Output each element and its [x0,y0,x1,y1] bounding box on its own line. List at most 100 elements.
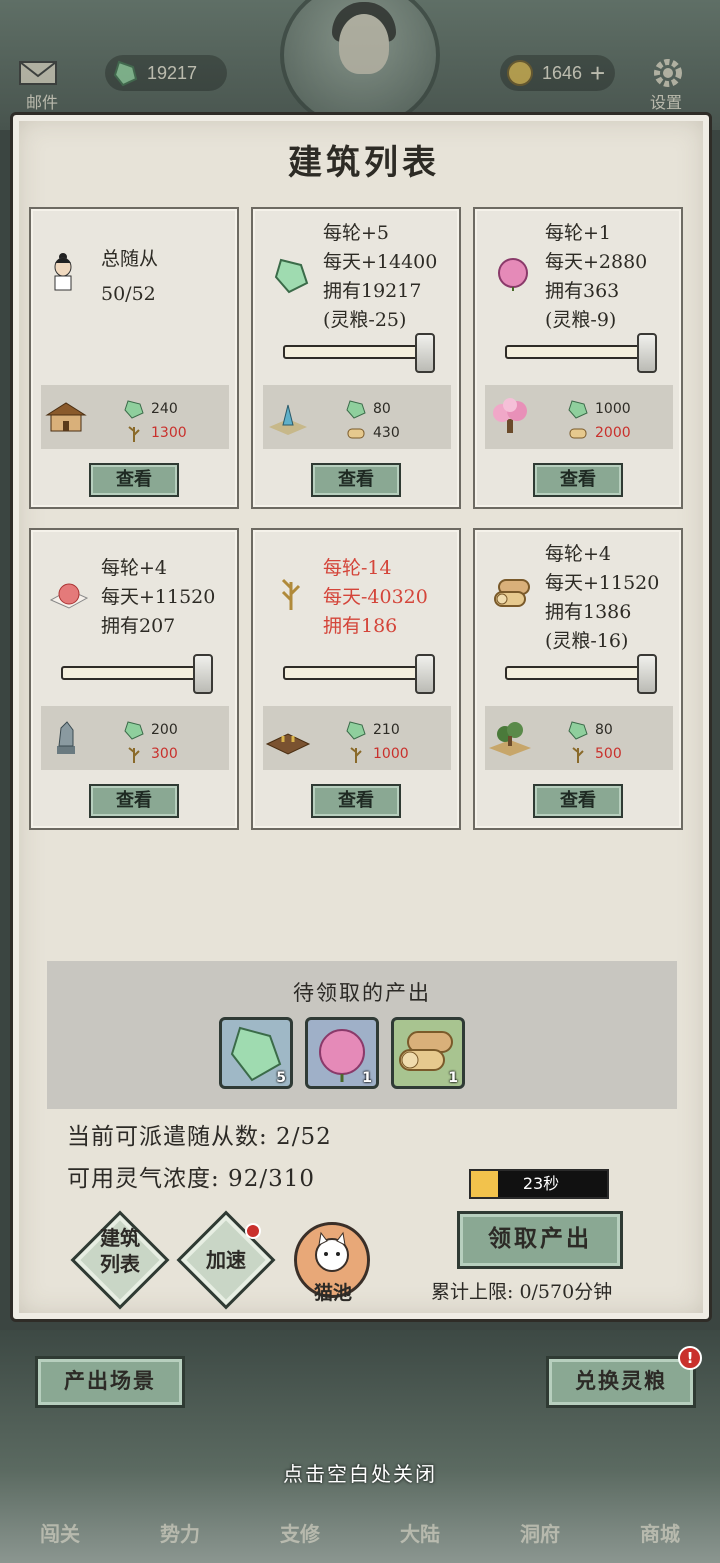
pending-item-peach[interactable]: 1 [305,1017,379,1089]
wood-icon [347,428,365,439]
house-icon [45,402,87,432]
wood-icon [569,428,587,439]
stat-line: 拥有363 [545,280,620,302]
nav-item[interactable]: 闯关 [40,1518,80,1558]
view-button[interactable]: 查看 [311,463,401,497]
view-button[interactable]: 查看 [533,463,623,497]
view-button[interactable]: 查看 [89,463,179,497]
settings-button[interactable]: 设置 [650,55,686,112]
item-count: 5 [276,1070,286,1086]
meat-bun-icon [49,583,89,609]
stat-line: (灵粮-16) [545,630,629,652]
nav-item[interactable]: 大陆 [400,1518,440,1558]
stat-line: 每轮+4 [101,557,168,579]
cost-wood: 430 [345,423,400,443]
jade-icon [346,721,366,740]
panel-title: 建筑列表 [288,143,440,183]
add-coin-icon[interactable]: + [590,58,605,89]
stat-line: 每天+2880 [545,251,648,273]
stat-line: (灵粮-9) [545,309,617,331]
cost-jade-value: 80 [373,401,391,417]
building-list-panel: 建筑列表 总随从 50/52 240 1300 查看 每轮+5 每天+14400… [10,112,712,1322]
stat-line: 每轮+1 [545,222,612,244]
worker-slider-handle[interactable] [637,333,657,373]
cost-jade-value: 210 [373,722,400,738]
qi-info: 可用灵气浓度: 92/310 [67,1166,315,1192]
worker-slider-track[interactable] [61,666,211,680]
worker-slider-track[interactable] [283,345,433,359]
mail-icon [19,61,57,85]
worker-slider-handle[interactable] [637,654,657,694]
cost-follower: 300 [123,744,178,764]
card-stats: 总随从 50/52 [101,245,158,309]
building-card-grain: 每轮-14 每天-40320 拥有186 210 1000 查看 [251,528,461,830]
nav-item[interactable]: 商城 [640,1518,680,1558]
building-card-followers: 总随从 50/52 240 1300 查看 [29,207,239,509]
stat-line: 拥有19217 [323,280,422,302]
claim-output-button[interactable]: 领取产出 [457,1211,623,1269]
cost-wood-value: 1000 [373,746,409,762]
card-stats: 每轮+4 每天+11520 拥有1386 (灵粮-16) [545,540,659,656]
cost-wood-value: 430 [373,425,400,441]
coin-icon [507,60,533,86]
cost-jade: 1000 [567,399,631,419]
mail-label: 邮件 [26,95,59,112]
nav-item[interactable]: 洞府 [520,1518,560,1558]
view-button[interactable]: 查看 [311,784,401,818]
close-hint[interactable]: 点击空白处关闭 [0,1458,720,1487]
jade-mine-icon [269,404,307,435]
jade-icon [346,400,366,419]
cost-jade: 240 [123,399,178,419]
worker-slider-track[interactable] [283,666,433,680]
worker-slider-handle[interactable] [415,654,435,694]
worker-slider-handle[interactable] [415,333,435,373]
jade-icon [274,258,309,294]
building-card-jade: 每轮+5 每天+14400 拥有19217 (灵粮-25) 80 430 查看 [251,207,461,509]
coin-count: 1646 [542,62,583,83]
cost-follower: 500 [567,744,622,764]
notification-dot [245,1223,261,1239]
view-button[interactable]: 查看 [89,784,179,818]
coin-currency: 1646 + [500,55,616,91]
pending-item-wood[interactable]: 1 [391,1017,465,1089]
view-button[interactable]: 查看 [533,784,623,818]
worker-slider-track[interactable] [505,345,655,359]
stat-line: 拥有186 [323,615,398,637]
wood-log-icon [494,579,530,607]
production-timer: 23秒 [469,1169,609,1199]
cost-jade: 200 [123,720,178,740]
pending-output-section: 待领取的产出 5 1 1 [47,961,677,1109]
stat-line: 50/52 [101,283,156,305]
worker-slider-track[interactable] [505,666,655,680]
gear-icon [654,59,682,87]
peach-icon [498,258,528,291]
production-scene-button[interactable]: 产出场景 [35,1356,185,1408]
stat-line: (灵粮-25) [323,309,407,331]
farm-field-icon [265,733,311,755]
statue-icon [57,721,75,754]
grain-icon [350,747,362,763]
stat-line: 每天+14400 [323,251,438,273]
stat-line: 每轮+5 [323,222,390,244]
dispatch-info: 当前可派遣随从数: 2/52 [67,1124,332,1150]
exchange-grain-button[interactable]: 兑换灵粮 [546,1356,696,1408]
jade-currency: 19217 [105,55,228,91]
cost-wood-value: 500 [595,746,622,762]
jade-icon [568,400,588,419]
cost-follower: 1300 [123,423,187,443]
pending-item-jade[interactable]: 5 [219,1017,293,1089]
jade-icon [124,400,144,419]
peach-tree-icon [493,398,527,433]
card-stats: 每轮+4 每天+11520 拥有207 [101,554,215,641]
stat-line: 每轮+4 [545,543,612,565]
mail-button[interactable]: 邮件 [18,55,58,112]
cost-jade: 80 [345,399,391,419]
cost-jade: 80 [567,720,613,740]
grain-icon [128,747,140,763]
jade-icon [568,721,588,740]
speed-up-label: 加速 [206,1248,246,1272]
worker-slider-handle[interactable] [193,654,213,694]
nav-item[interactable]: 势力 [160,1518,200,1558]
cost-jade: 210 [345,720,400,740]
nav-item[interactable]: 支修 [280,1518,320,1558]
